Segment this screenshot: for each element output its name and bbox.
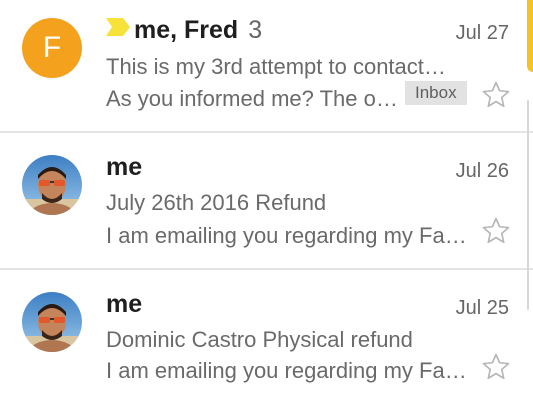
sender-name: me, Fred — [134, 16, 239, 44]
sender-avatar[interactable] — [22, 155, 82, 215]
email-snippet: I am emailing you regarding my Fa… — [106, 358, 467, 383]
importance-marker-icon[interactable] — [106, 18, 130, 36]
star-icon[interactable] — [481, 352, 511, 382]
email-date: Jul 25 — [455, 297, 509, 319]
email-snippet: I am emailing you regarding my Fa… — [106, 223, 467, 248]
email-subject: This is my 3rd attempt to contact… — [106, 54, 446, 79]
email-subject: July 26th 2016 Refund — [106, 190, 327, 215]
email-list-item[interactable]: me Jul 26 July 26th 2016 Refund I am ema… — [0, 133, 533, 267]
thread-count: 3 — [248, 16, 263, 44]
email-list-item[interactable]: F me, Fred 3 Jul 27 This is my 3rd attemp… — [0, 0, 533, 134]
email-date: Jul 26 — [455, 160, 509, 182]
sender-name: me — [106, 153, 143, 181]
scroll-edge-accent — [527, 0, 533, 72]
inbox-label-badge: Inbox — [405, 81, 467, 105]
email-date: Jul 27 — [455, 22, 509, 44]
email-subject: Dominic Castro Physical refund — [106, 327, 413, 352]
email-list-item[interactable]: me Jul 25 Dominic Castro Physical refund… — [0, 270, 533, 404]
star-icon[interactable] — [481, 216, 511, 246]
sender-avatar[interactable] — [22, 292, 82, 352]
sender-name: me — [106, 290, 143, 318]
star-icon[interactable] — [481, 80, 511, 110]
scrollbar[interactable] — [527, 100, 529, 310]
sender-avatar[interactable]: F — [22, 18, 82, 78]
email-snippet: As you informed me? The o… — [106, 86, 398, 111]
sender-line: me, Fred 3 — [106, 16, 262, 45]
